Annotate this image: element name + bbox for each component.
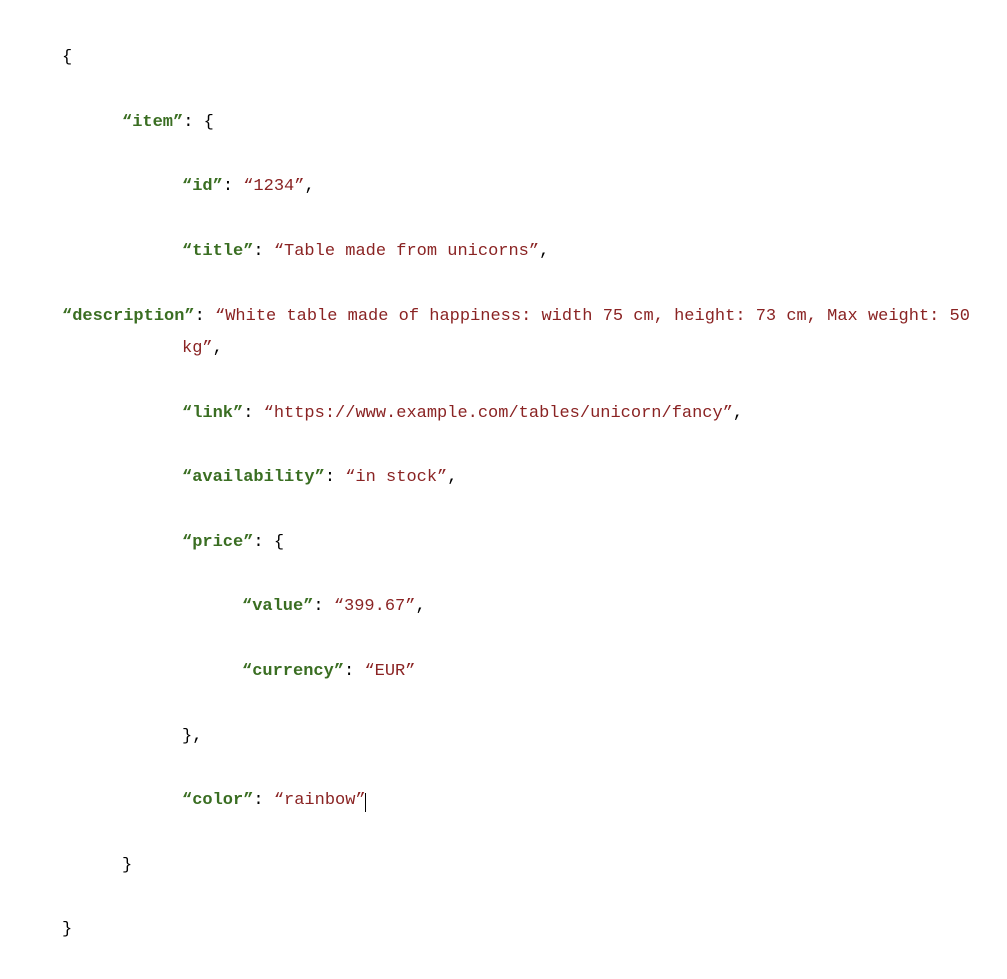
value-availability: “in stock” — [345, 468, 447, 487]
colon: : — [325, 468, 345, 487]
value-currency: “EUR” — [364, 662, 415, 681]
value-title: “Table made from unicorns” — [274, 242, 539, 261]
brace-close: } — [122, 856, 132, 875]
text-cursor-icon — [365, 793, 366, 812]
key-currency: “currency” — [242, 662, 344, 681]
colon: : — [344, 662, 364, 681]
comma: , — [213, 339, 223, 358]
value-link: “https://www.example.com/tables/unicorn/… — [264, 404, 733, 423]
comma: , — [304, 177, 314, 196]
colon: : — [253, 791, 273, 810]
key-description: “description” — [62, 307, 195, 326]
comma: , — [539, 242, 549, 261]
key-item: “item” — [122, 113, 183, 132]
value-description: “White table made of happiness: width 75… — [182, 307, 980, 358]
value-color: “rainbow” — [274, 791, 366, 810]
colon: : — [243, 404, 263, 423]
colon: : — [223, 177, 243, 196]
key-link: “link” — [182, 404, 243, 423]
colon-brace: : { — [253, 533, 284, 552]
brace-close: } — [62, 920, 72, 939]
colon: : — [313, 597, 333, 616]
key-availability: “availability” — [182, 468, 325, 487]
key-id: “id” — [182, 177, 223, 196]
colon-brace: : { — [183, 113, 214, 132]
comma: , — [415, 597, 425, 616]
key-value: “value” — [242, 597, 313, 616]
brace-close-comma: }, — [182, 727, 202, 746]
value-price-value: “399.67” — [334, 597, 416, 616]
colon: : — [253, 242, 273, 261]
brace-open: { — [62, 48, 72, 67]
key-color: “color” — [182, 791, 253, 810]
json-code-block[interactable]: { “item”: { “id”: “1234”, “title”: “Tabl… — [0, 0, 1007, 979]
key-price: “price” — [182, 533, 253, 552]
colon: : — [195, 307, 215, 326]
comma: , — [447, 468, 457, 487]
comma: , — [733, 404, 743, 423]
key-title: “title” — [182, 242, 253, 261]
value-id: “1234” — [243, 177, 304, 196]
